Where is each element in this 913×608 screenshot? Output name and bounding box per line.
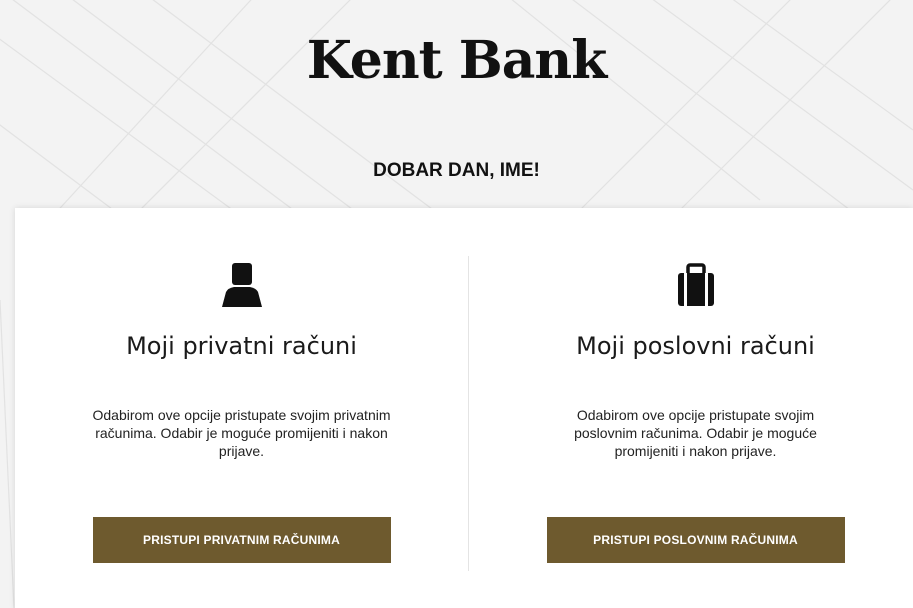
business-accounts-description: Odabirom ove opcije pristupate svojim po…: [574, 407, 817, 459]
access-private-accounts-button[interactable]: PRISTUPI PRIVATNIM RAČUNIMA: [92, 517, 391, 563]
bank-logo: Kent Bank: [306, 30, 608, 91]
business-accounts-title: Moji poslovni računi: [576, 332, 815, 360]
private-accounts-description: Odabirom ove opcije pristupate svojim pr…: [92, 407, 391, 459]
business-accounts-option: Moji poslovni računi Odabirom ove opcije…: [469, 208, 913, 608]
private-accounts-title: Moji privatni računi: [126, 332, 357, 360]
access-business-accounts-button[interactable]: PRISTUPI POSLOVNIM RAČUNIMA: [546, 517, 845, 563]
person-icon: [221, 263, 262, 307]
private-accounts-option: Moji privatni računi Odabirom ove opcije…: [15, 208, 468, 608]
greeting-heading: DOBAR DAN, IME!: [373, 160, 540, 181]
briefcase-icon: [677, 263, 714, 306]
account-selection-card: Moji privatni računi Odabirom ove opcije…: [15, 208, 913, 608]
